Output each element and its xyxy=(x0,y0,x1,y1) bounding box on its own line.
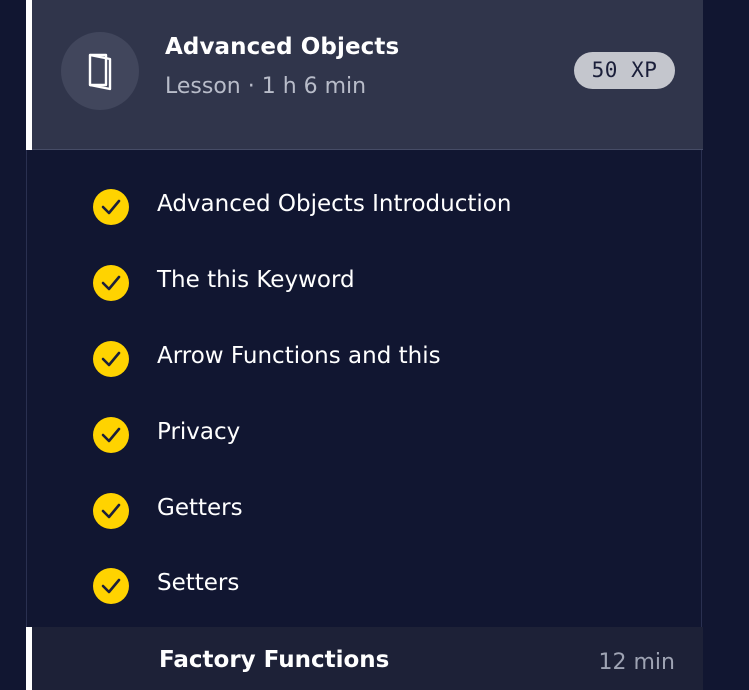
exercise-item-advanced-objects-introduction[interactable]: Advanced Objects Introduction xyxy=(27,178,703,236)
current-exercise-duration: 12 min xyxy=(598,650,675,675)
exercise-item-arrow-functions-and-this[interactable]: Arrow Functions and this xyxy=(27,330,703,388)
lesson-header[interactable]: Advanced Objects Lesson · 1 h 6 min 50 X… xyxy=(26,0,703,150)
check-circle-icon xyxy=(93,568,129,604)
exercise-label: Getters xyxy=(157,495,243,521)
exercise-item-the-this-keyword[interactable]: The this Keyword xyxy=(27,254,703,312)
xp-badge: 50 XP xyxy=(574,52,675,89)
exercise-item-setters[interactable]: Setters xyxy=(27,557,703,615)
current-exercise-label: Factory Functions xyxy=(159,647,390,673)
lesson-title: Advanced Objects xyxy=(165,34,400,60)
exercise-label: Setters xyxy=(157,570,240,596)
current-accent-bar xyxy=(26,627,32,690)
exercise-label: Advanced Objects Introduction xyxy=(157,191,512,217)
exercise-item-getters[interactable]: Getters xyxy=(27,482,703,540)
exercise-label: Arrow Functions and this xyxy=(157,343,441,369)
active-accent-bar xyxy=(26,0,32,150)
lesson-meta: Lesson · 1 h 6 min xyxy=(165,74,367,99)
check-circle-icon xyxy=(93,341,129,377)
check-circle-icon xyxy=(93,189,129,225)
page: Advanced Objects Lesson · 1 h 6 min 50 X… xyxy=(0,0,749,690)
check-circle-icon xyxy=(93,265,129,301)
exercise-label: The this Keyword xyxy=(157,267,355,293)
exercise-label: Privacy xyxy=(157,419,241,445)
lesson-panel: Advanced Objects Lesson · 1 h 6 min 50 X… xyxy=(26,0,703,690)
current-exercise-item[interactable]: Factory Functions 12 min xyxy=(26,627,703,690)
check-circle-icon xyxy=(93,417,129,453)
check-circle-icon xyxy=(93,493,129,529)
book-icon xyxy=(61,32,139,110)
exercise-item-privacy[interactable]: Privacy xyxy=(27,406,703,464)
